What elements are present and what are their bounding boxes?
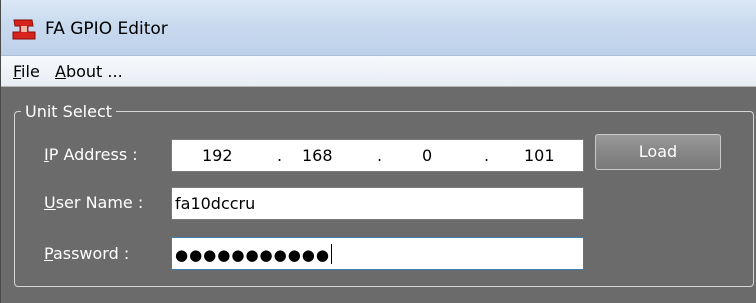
ip-address-input[interactable]: 192 . 168 . 0 . 101	[171, 139, 584, 172]
menu-about-mnemonic: A	[55, 62, 66, 81]
menu-file-mnemonic: F	[13, 62, 22, 81]
password-label: Password :	[44, 244, 129, 263]
password-label-text: assword :	[52, 244, 130, 263]
ip-octet-1[interactable]: 192	[202, 146, 233, 165]
menu-about-label: bout ...	[65, 62, 123, 81]
ip-dot-2: .	[377, 146, 383, 165]
load-button[interactable]: Load	[595, 134, 721, 170]
text-caret	[330, 244, 332, 264]
app-window: FA GPIO Editor File About ... Unit Selec…	[0, 0, 756, 303]
ip-dot-1: .	[277, 146, 283, 165]
user-name-input[interactable]: fa10dccru	[171, 187, 584, 220]
window-title: FA GPIO Editor	[45, 19, 168, 39]
title-bar[interactable]: FA GPIO Editor	[1, 0, 756, 56]
menu-file[interactable]: File	[13, 62, 40, 81]
ip-octet-2[interactable]: 168	[302, 146, 333, 165]
user-label-mnemonic: U	[44, 193, 56, 212]
ip-octet-4[interactable]: 101	[524, 146, 555, 165]
unit-select-title: Unit Select	[21, 102, 117, 121]
ip-dot-3: .	[484, 146, 490, 165]
user-name-label: User Name :	[44, 193, 143, 212]
ip-octet-3[interactable]: 0	[422, 146, 432, 165]
menu-bar: File About ...	[1, 56, 756, 87]
menu-about[interactable]: About ...	[55, 62, 123, 81]
app-icon	[12, 19, 36, 40]
password-label-mnemonic: P	[44, 244, 53, 263]
ip-address-label: IP Address :	[44, 145, 138, 164]
ip-label-text: P Address :	[48, 145, 138, 164]
menu-file-label: ile	[21, 62, 40, 81]
password-input[interactable]: ●●●●●●●●●●●	[171, 237, 584, 270]
user-label-text: ser Name :	[55, 193, 144, 212]
password-mask: ●●●●●●●●●●●	[175, 246, 330, 264]
